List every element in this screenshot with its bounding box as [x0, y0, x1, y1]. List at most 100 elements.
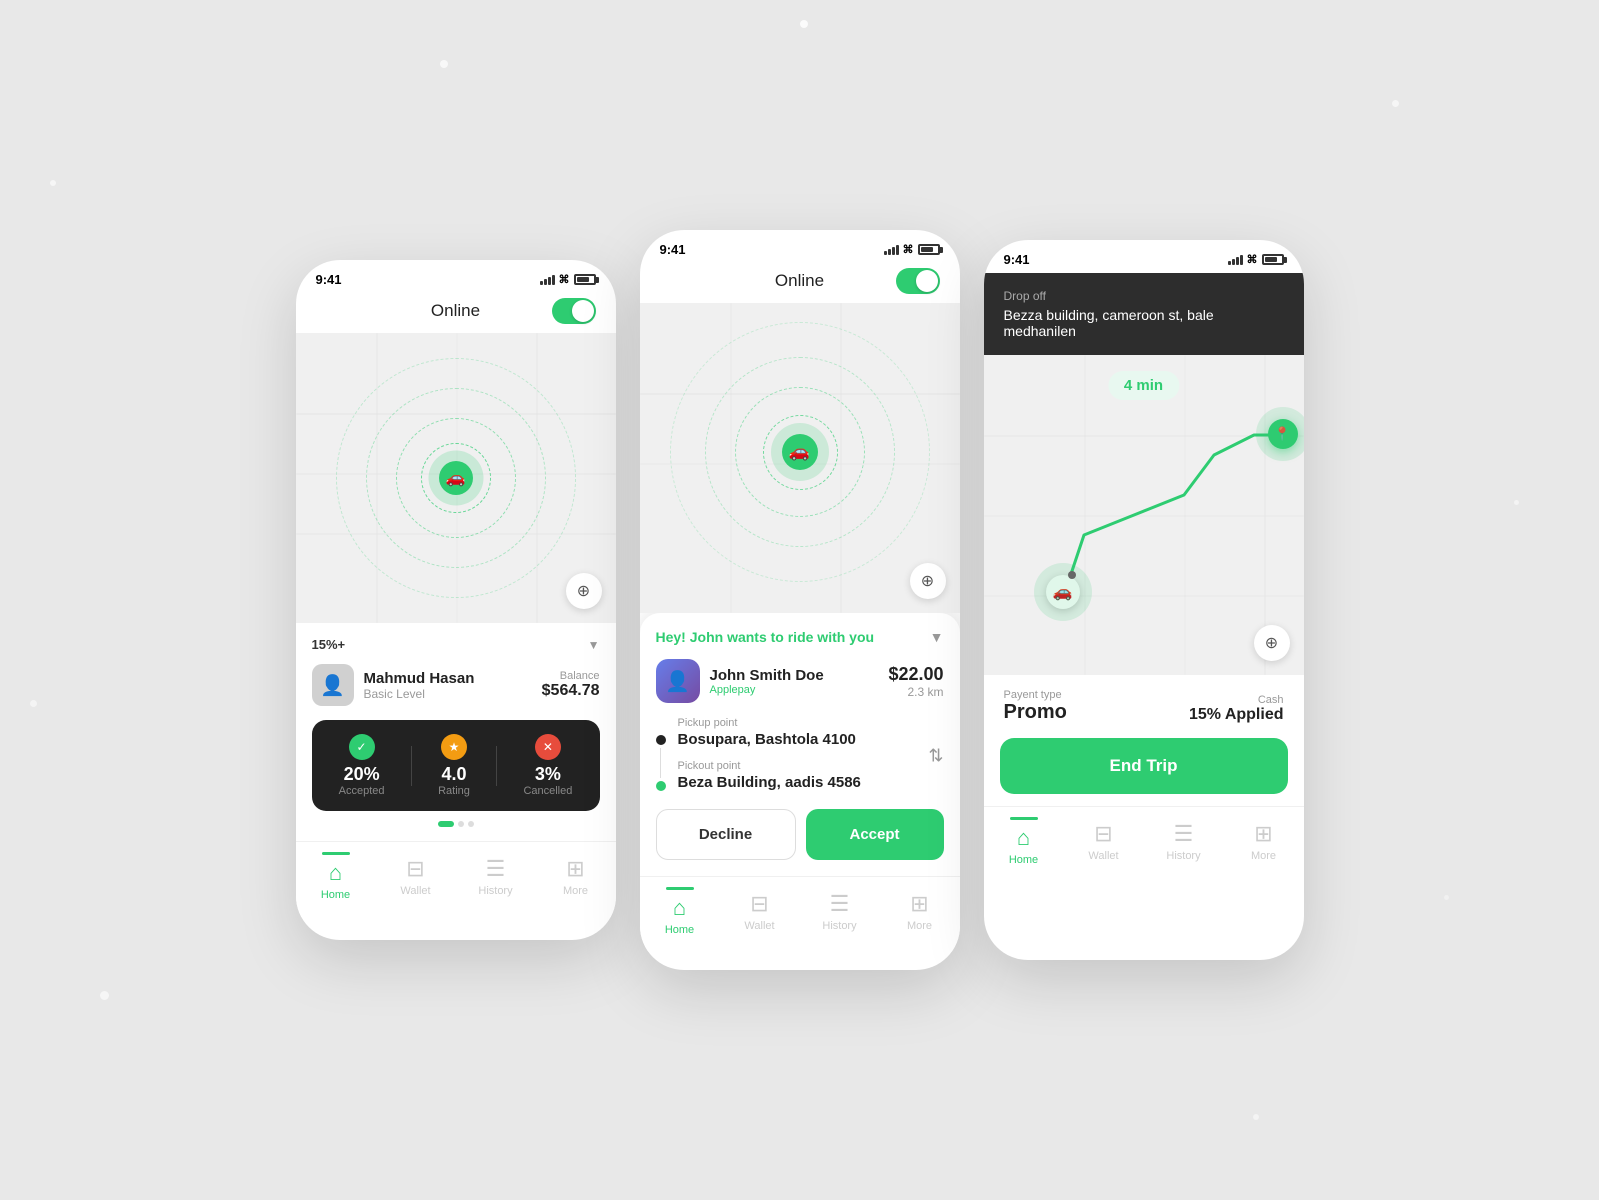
battery-icon: [574, 274, 596, 285]
driver-info: 👤 Mahmud Hasan Basic Level: [312, 664, 475, 706]
nav-home-3[interactable]: ⌂ Home: [994, 817, 1054, 866]
time-3: 9:41: [1004, 252, 1030, 267]
pickup-dot: [656, 735, 666, 745]
pickup-label: Pickup point: [678, 717, 944, 729]
driver-name: Mahmud Hasan: [364, 670, 475, 687]
online-toggle-1[interactable]: [552, 298, 596, 324]
location-btn-2[interactable]: ⊕: [910, 563, 946, 599]
wifi-icon-2: ⌘: [903, 243, 914, 256]
phone-3: 9:41 ⌘ Drop off Bezza building, cameroon…: [984, 240, 1304, 960]
balance-value: $564.78: [542, 682, 600, 700]
decline-button[interactable]: Decline: [656, 809, 796, 860]
more-icon-1: ⊞: [566, 856, 584, 882]
dropoff-address: Beza Building, aadis 4586: [678, 774, 944, 791]
payment-type-label: Payent type: [1004, 689, 1067, 701]
surge-badge: 15%+: [312, 637, 346, 652]
bottom-nav-2: ⌂ Home ⊟ Wallet ☰ History ⊞ More: [640, 876, 960, 952]
fare-column: $22.00 2.3 km: [888, 664, 943, 699]
car-marker-2: 🚗: [782, 434, 818, 470]
stat-divider-2: [496, 746, 497, 786]
driver-level: Basic Level: [364, 687, 475, 701]
nav-history-label-2: History: [822, 920, 856, 932]
wallet-icon-3: ⊟: [1094, 821, 1112, 847]
passenger-details: John Smith Doe Applepay: [710, 667, 824, 696]
status-icons-2: ⌘: [884, 243, 940, 256]
battery-icon-3: [1262, 254, 1284, 265]
pickup-section: Pickup point Bosupara, Bashtola 4100: [678, 717, 944, 748]
route-section: Pickup point Bosupara, Bashtola 4100 Pic…: [656, 717, 944, 795]
car-glow-3: [1034, 563, 1092, 621]
nav-history-2[interactable]: ☰ History: [810, 891, 870, 932]
toggle-knob: [572, 300, 594, 322]
home-icon-1: ⌂: [329, 860, 342, 886]
dot-1: [458, 821, 464, 827]
stat-rating: ★ 4.0 Rating: [438, 734, 470, 797]
dropoff-header-label: Drop off: [1004, 289, 1284, 303]
route-dot: [1068, 571, 1076, 579]
driver-avatar: 👤: [312, 664, 354, 706]
chevron-down-icon-2: ▼: [930, 629, 944, 645]
nav-history-3[interactable]: ☰ History: [1154, 821, 1214, 862]
stat-cancelled: ✕ 3% Cancelled: [523, 734, 572, 797]
more-icon-3: ⊞: [1254, 821, 1272, 847]
home-icon-3: ⌂: [1017, 825, 1030, 851]
status-bar-2: 9:41 ⌘: [640, 230, 960, 263]
phones-container: 9:41 ⌘ Online: [296, 230, 1304, 970]
stats-card: ✓ 20% Accepted ★ 4.0 Rating ✕ 3% Cancell…: [312, 720, 600, 811]
map-area-2: 🚗 ⊕: [640, 303, 960, 613]
map-area-3: 4 min 📍 🚗 ⊕: [984, 355, 1304, 675]
nav-history-label-3: History: [1166, 850, 1200, 862]
route-icons: [656, 717, 666, 795]
location-btn-1[interactable]: ⊕: [566, 573, 602, 609]
location-btn-3[interactable]: ⊕: [1254, 625, 1290, 661]
star-icon: ★: [441, 734, 467, 760]
status-bar-1: 9:41 ⌘: [296, 260, 616, 293]
nav-wallet-1[interactable]: ⊟ Wallet: [386, 856, 446, 897]
more-icon-2: ⊞: [910, 891, 928, 917]
payment-type-value: Promo: [1004, 701, 1067, 724]
nav-wallet-label-1: Wallet: [400, 885, 430, 897]
nav-more-1[interactable]: ⊞ More: [546, 856, 606, 897]
check-icon: ✓: [349, 734, 375, 760]
driver-details: Mahmud Hasan Basic Level: [364, 670, 475, 701]
passenger-avatar: 👤: [656, 659, 700, 703]
bottom-nav-1: ⌂ Home ⊟ Wallet ☰ History ⊞ More: [296, 841, 616, 917]
end-trip-button[interactable]: End Trip: [1000, 738, 1288, 794]
swap-icon[interactable]: ⇅: [928, 746, 943, 767]
phone-1-header: Online: [296, 293, 616, 333]
nav-active-bar: [322, 852, 350, 855]
balance-label: Balance: [542, 670, 600, 682]
accept-button[interactable]: Accept: [806, 809, 944, 860]
nav-history-1[interactable]: ☰ History: [466, 856, 526, 897]
stat-accepted-value: 20%: [339, 764, 385, 785]
passenger-row: 👤 John Smith Doe Applepay $22.00 2.3 km: [656, 659, 944, 703]
action-buttons: Decline Accept: [656, 809, 944, 860]
online-toggle-2[interactable]: [896, 268, 940, 294]
wifi-icon-3: ⌘: [1247, 253, 1258, 266]
dropoff-section: Pickout point Beza Building, aadis 4586: [678, 760, 944, 791]
surge-row: 15%+ ▼: [312, 637, 600, 652]
stat-rating-label: Rating: [438, 785, 470, 797]
nav-wallet-2[interactable]: ⊟ Wallet: [730, 891, 790, 932]
nav-home-1[interactable]: ⌂ Home: [306, 852, 366, 901]
dot-2: [468, 821, 474, 827]
dropoff-header-address: Bezza building, cameroon st, bale medhan…: [1004, 307, 1284, 339]
car-marker-1: 🚗: [439, 461, 473, 495]
wallet-icon-2: ⊟: [750, 891, 768, 917]
nav-wallet-label-3: Wallet: [1088, 850, 1118, 862]
nav-wallet-3[interactable]: ⊟ Wallet: [1074, 821, 1134, 862]
pagination-dots-1: [312, 821, 600, 827]
nav-more-3[interactable]: ⊞ More: [1234, 821, 1294, 862]
nav-home-2[interactable]: ⌂ Home: [650, 887, 710, 936]
online-title-1: Online: [431, 301, 480, 321]
signal-icon-3: [1228, 255, 1243, 265]
history-icon-3: ☰: [1174, 821, 1194, 847]
nav-wallet-label-2: Wallet: [744, 920, 774, 932]
wallet-icon-1: ⊟: [406, 856, 424, 882]
wifi-icon: ⌘: [559, 273, 570, 286]
nav-more-2[interactable]: ⊞ More: [890, 891, 950, 932]
payment-type-col: Payent type Promo: [1004, 689, 1067, 724]
request-title: Hey! John wants to ride with you: [656, 629, 875, 645]
bottom-panel-1: 15%+ ▼ 👤 Mahmud Hasan Basic Level Balanc…: [296, 623, 616, 841]
passenger-name: John Smith Doe: [710, 667, 824, 684]
